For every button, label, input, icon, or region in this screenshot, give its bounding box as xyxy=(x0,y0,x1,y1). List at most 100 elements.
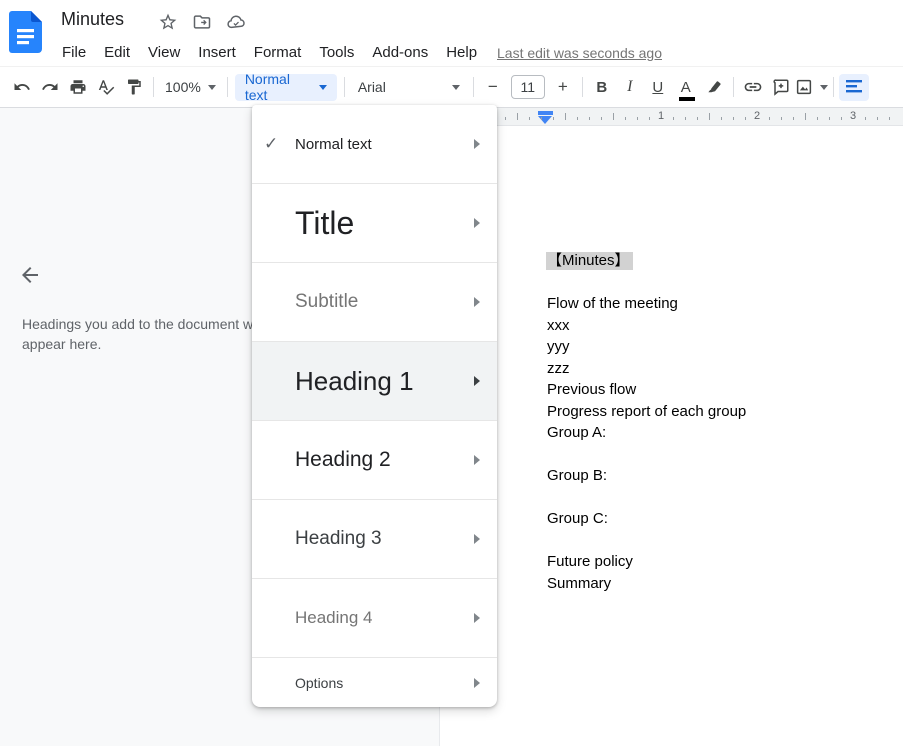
doc-line[interactable]: xxx xyxy=(547,315,897,337)
doc-line[interactable] xyxy=(547,272,897,294)
submenu-arrow-icon xyxy=(474,218,480,228)
docs-logo-icon[interactable] xyxy=(9,11,42,53)
document-title[interactable]: Minutes xyxy=(61,9,124,30)
paragraph-style-selector[interactable]: Normal text xyxy=(235,74,337,101)
cloud-saved-icon[interactable] xyxy=(226,12,246,32)
toolbar-divider xyxy=(582,77,583,97)
insert-image-button[interactable] xyxy=(795,73,828,101)
zoom-selector[interactable]: 100% xyxy=(159,73,222,101)
ruler[interactable]: 123 xyxy=(441,108,903,126)
highlight-color-button[interactable] xyxy=(700,73,728,101)
style-menu-item-normal-text[interactable]: ✓Normal text xyxy=(252,105,497,183)
doc-line[interactable]: Flow of the meeting xyxy=(547,293,897,315)
bold-button[interactable]: B xyxy=(588,73,616,101)
header: Minutes FileEditViewInsertFormatToolsAdd… xyxy=(0,0,903,66)
menu-insert[interactable]: Insert xyxy=(189,41,245,65)
document-text[interactable]: 【Minutes】 Flow of the meetingxxxyyyzzzPr… xyxy=(547,250,897,594)
chevron-down-icon xyxy=(208,85,216,90)
style-menu-item-heading-1[interactable]: Heading 1 xyxy=(252,341,497,420)
insert-link-button[interactable] xyxy=(739,73,767,101)
toolbar-divider xyxy=(833,77,834,97)
doc-line[interactable]: 【Minutes】 xyxy=(547,250,897,272)
document-page[interactable]: 123 【Minutes】 Flow of the meeting xxxyyyz… xyxy=(441,108,903,746)
menu-addons[interactable]: Add-ons xyxy=(363,41,437,65)
print-button[interactable] xyxy=(64,73,92,101)
menu-view[interactable]: View xyxy=(139,41,189,65)
move-folder-icon[interactable] xyxy=(192,12,212,32)
menu-bar: FileEditViewInsertFormatToolsAdd-onsHelp xyxy=(53,41,486,65)
menu-file[interactable]: File xyxy=(53,41,95,65)
toolbar: 100% Normal text Arial − 11 + B I U A xyxy=(0,66,903,108)
ruler-tick xyxy=(589,117,590,120)
doc-line-text: Progress report of each group xyxy=(547,403,746,420)
undo-button[interactable] xyxy=(8,73,36,101)
doc-line[interactable]: Group B: xyxy=(547,465,897,487)
chevron-down-icon xyxy=(319,85,327,90)
font-size-input[interactable]: 11 xyxy=(511,75,545,99)
style-menu-item-options[interactable]: Options xyxy=(252,657,497,707)
align-left-button[interactable] xyxy=(839,74,869,101)
ruler-tick xyxy=(625,117,626,120)
text-color-button[interactable]: A xyxy=(672,73,700,101)
spellcheck-button[interactable] xyxy=(92,73,120,101)
doc-line[interactable]: Summary xyxy=(547,573,897,595)
submenu-arrow-icon xyxy=(474,376,480,386)
toolbar-divider xyxy=(153,77,154,97)
ruler-number: 3 xyxy=(850,110,856,122)
doc-line[interactable]: Group C: xyxy=(547,508,897,530)
doc-line-text xyxy=(547,446,551,463)
menu-help[interactable]: Help xyxy=(437,41,486,65)
ruler-number: 1 xyxy=(658,110,664,122)
submenu-arrow-icon xyxy=(474,297,480,307)
doc-line-text xyxy=(547,274,551,291)
ruler-tick xyxy=(877,117,878,120)
doc-line[interactable]: Future policy xyxy=(547,551,897,573)
doc-line-text: Group A: xyxy=(547,424,606,441)
doc-line-text: Flow of the meeting xyxy=(547,295,678,312)
selected-text: 【Minutes】 xyxy=(546,252,633,270)
paint-format-button[interactable] xyxy=(120,73,148,101)
style-menu-item-title[interactable]: Title xyxy=(252,183,497,262)
last-edit-link[interactable]: Last edit was seconds ago xyxy=(497,41,662,65)
style-menu-item-label: Options xyxy=(295,675,343,691)
italic-button[interactable]: I xyxy=(616,73,644,101)
style-menu-item-subtitle[interactable]: Subtitle xyxy=(252,262,497,341)
close-outline-icon[interactable] xyxy=(18,263,42,287)
text-color-swatch xyxy=(679,97,695,101)
style-menu-item-heading-4[interactable]: Heading 4 xyxy=(252,578,497,657)
underline-button[interactable]: U xyxy=(644,73,672,101)
doc-line[interactable]: Progress report of each group xyxy=(547,401,897,423)
doc-line[interactable]: Group A: xyxy=(547,422,897,444)
menu-format[interactable]: Format xyxy=(245,41,311,65)
ruler-tick xyxy=(673,117,674,120)
ruler-tick xyxy=(649,117,650,120)
doc-line[interactable] xyxy=(547,487,897,509)
redo-button[interactable] xyxy=(36,73,64,101)
chevron-down-icon xyxy=(820,85,828,90)
doc-line[interactable]: zzz xyxy=(547,358,897,380)
chevron-down-icon xyxy=(452,85,460,90)
ruler-tick xyxy=(541,117,542,120)
star-icon[interactable] xyxy=(158,12,178,32)
doc-line[interactable] xyxy=(547,530,897,552)
submenu-arrow-icon xyxy=(474,455,480,465)
menu-tools[interactable]: Tools xyxy=(310,41,363,65)
ruler-tick xyxy=(505,117,506,120)
decrease-font-size-button[interactable]: − xyxy=(479,73,507,101)
ruler-tick xyxy=(697,117,698,120)
toolbar-divider xyxy=(227,77,228,97)
increase-font-size-button[interactable]: + xyxy=(549,73,577,101)
font-selector[interactable]: Arial xyxy=(350,73,468,101)
add-comment-button[interactable] xyxy=(767,73,795,101)
doc-line[interactable]: Previous flow xyxy=(547,379,897,401)
doc-line-text: Summary xyxy=(547,575,611,592)
doc-line[interactable]: yyy xyxy=(547,336,897,358)
paragraph-style-menu: ✓Normal textTitleSubtitleHeading 1Headin… xyxy=(252,105,497,707)
ruler-tick xyxy=(601,117,602,120)
style-menu-item-heading-2[interactable]: Heading 2 xyxy=(252,420,497,499)
style-menu-item-heading-3[interactable]: Heading 3 xyxy=(252,499,497,578)
menu-edit[interactable]: Edit xyxy=(95,41,139,65)
ruler-tick xyxy=(721,117,722,120)
doc-line[interactable] xyxy=(547,444,897,466)
submenu-arrow-icon xyxy=(474,613,480,623)
